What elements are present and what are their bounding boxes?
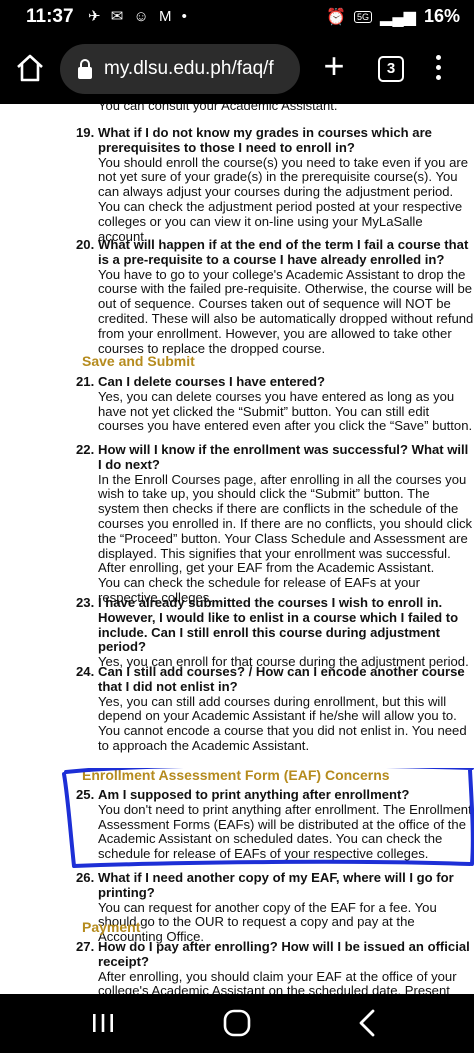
address-bar[interactable]: my.dlsu.edu.ph/faq/f xyxy=(60,44,300,94)
faq-item-24: 24. Can I still add courses? / How can I… xyxy=(76,664,474,754)
home-nav-icon[interactable] xyxy=(222,1008,252,1038)
back-icon[interactable] xyxy=(356,1008,378,1038)
faq-item-20: 20. What will happen if at the end of th… xyxy=(76,237,474,356)
section-heading-eaf-concerns: Enrollment Assessment Form (EAF) Concern… xyxy=(82,767,390,783)
faq-answer: After enrolling, you should claim your E… xyxy=(98,968,457,994)
alarm-icon: ⏰ xyxy=(326,8,346,26)
faq-item-25: 25. Am I supposed to print anything afte… xyxy=(76,787,474,862)
network-type-badge: 5G xyxy=(354,10,373,23)
faq-question: Am I supposed to print anything after en… xyxy=(98,787,410,802)
recent-apps-icon[interactable] xyxy=(90,1012,116,1034)
faq-item-19: 19. What if I do not know my grades in c… xyxy=(76,125,474,244)
section-heading-save-submit: Save and Submit xyxy=(82,353,195,369)
section-heading-payment: Payment xyxy=(82,919,141,935)
faq-item-22: 22. How will I know if the enrollment wa… xyxy=(76,442,473,605)
more-menu-icon[interactable] xyxy=(430,52,446,86)
signal-icon: ▂▄▆ xyxy=(380,8,416,26)
faq-question: What will happen if at the end of the te… xyxy=(98,237,469,267)
faq-question: How will I know if the enrollment was su… xyxy=(98,442,469,472)
browser-toolbar: my.dlsu.edu.ph/faq/f + 3 xyxy=(0,34,474,104)
notification-icons: ✈ ✉ ☺ M • xyxy=(88,8,190,25)
faq-answer: You don't need to print anything after e… xyxy=(98,801,472,862)
faq-question: How do I pay after enrolling? How will I… xyxy=(98,939,470,969)
faq-answer: Yes, you can still add courses during en… xyxy=(98,693,467,753)
faq-answer: In the Enroll Courses page, after enroll… xyxy=(98,471,473,576)
faq-question: Can I delete courses I have entered? xyxy=(98,374,326,389)
page-content: You can consult your Academic Assistant.… xyxy=(0,104,474,994)
faq-answer: You can request for another copy of the … xyxy=(98,899,437,945)
faq-question: What if I do not know my grades in cours… xyxy=(98,125,432,155)
lock-icon xyxy=(78,59,92,79)
battery-percent: 16% xyxy=(423,6,460,26)
url-text: my.dlsu.edu.ph/faq/f xyxy=(104,58,274,79)
faq-question: Can I still add courses? / How can I enc… xyxy=(98,664,465,694)
faq-answer: You should enroll the course(s) you need… xyxy=(98,154,469,244)
cut-off-text: You can consult your Academic Assistant. xyxy=(98,104,338,113)
status-time: 11:37 xyxy=(26,6,74,27)
faq-answer: Yes, you can delete courses you have ent… xyxy=(98,388,473,434)
system-nav-bar xyxy=(0,994,474,1053)
faq-answer: You have to go to your college's Academi… xyxy=(98,266,474,356)
home-icon[interactable] xyxy=(14,52,46,84)
faq-item-21: 21. Can I delete courses I have entered?… xyxy=(76,374,473,434)
system-icons: ⏰ 5G ▂▄▆ 16% xyxy=(326,6,460,27)
status-bar: 11:37 ✈ ✉ ☺ M • ⏰ 5G ▂▄▆ 16% xyxy=(0,0,474,34)
new-tab-icon[interactable]: + xyxy=(318,48,350,86)
faq-question: What if I need another copy of my EAF, w… xyxy=(98,870,454,900)
faq-item-23: 23. I have already submitted the courses… xyxy=(76,595,474,670)
faq-question: I have already submitted the courses I w… xyxy=(98,595,459,655)
tab-switcher-button[interactable]: 3 xyxy=(378,56,404,82)
faq-item-27: 27. How do I pay after enrolling? How wi… xyxy=(76,939,474,994)
